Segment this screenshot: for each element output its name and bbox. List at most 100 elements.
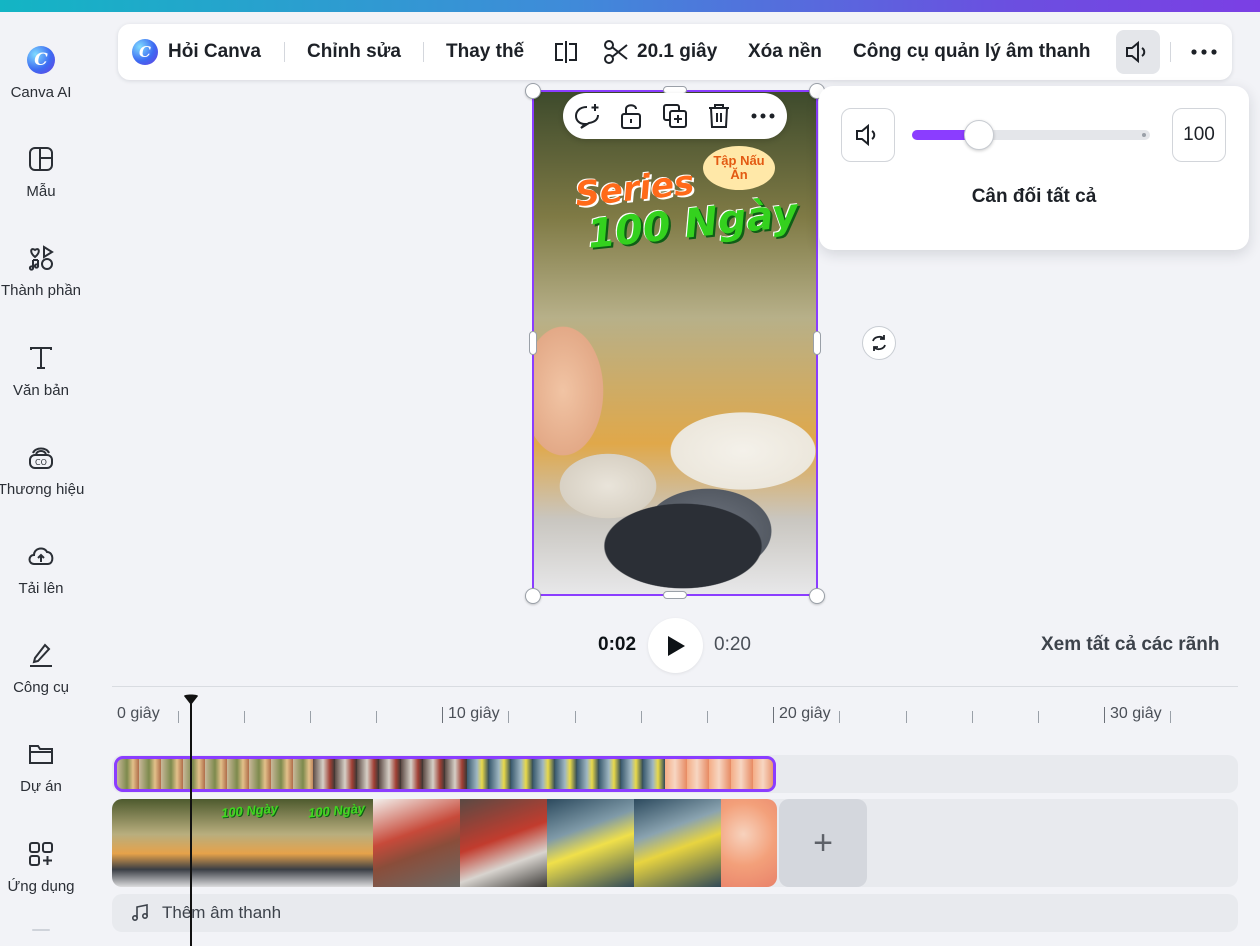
resize-handle-bottom-left[interactable] [525, 588, 541, 604]
volume-icon [1124, 39, 1152, 65]
comment-button[interactable] [573, 102, 601, 130]
flip-icon [552, 39, 580, 65]
ruler-tick [508, 711, 509, 723]
floating-element-toolbar [563, 93, 787, 139]
video-clip-5[interactable] [460, 799, 547, 887]
ask-canva-button[interactable]: C Hỏi Canva [132, 24, 261, 80]
ruler-tick [773, 707, 774, 723]
mute-toggle-button[interactable] [841, 108, 895, 162]
clip-mini-title: 100 Ngày [307, 800, 366, 821]
sidebar-item-label: Mẫu [26, 183, 56, 200]
balance-all-button[interactable]: Cân đối tất cả [819, 186, 1249, 216]
rotate-button[interactable] [862, 326, 896, 360]
video-clip-1[interactable] [112, 799, 199, 887]
ruler-tick [906, 711, 907, 723]
sidebar-item-brand[interactable]: CO Thương hiệu [0, 429, 84, 509]
current-time: 0:02 [598, 634, 637, 655]
ruler-tick [1104, 707, 1105, 723]
playhead-handle[interactable] [183, 693, 199, 705]
sidebar-item-projects[interactable]: Dự án [0, 726, 82, 806]
element-more-button[interactable] [749, 102, 777, 130]
resize-handle-bottom[interactable] [663, 591, 687, 599]
resize-handle-bottom-right[interactable] [809, 588, 825, 604]
ruler-tick [178, 711, 179, 723]
remove-background-button[interactable]: Xóa nền [748, 24, 822, 80]
video-clip-2[interactable]: 100 Ngày [199, 799, 286, 887]
sidebar-item-elements[interactable]: Thành phần [0, 230, 82, 310]
replace-button[interactable]: Thay thế [446, 24, 524, 80]
ruler-label: 10 giây [448, 705, 500, 722]
edit-button[interactable]: Chỉnh sửa [307, 24, 401, 80]
sidebar-item-tools[interactable]: Công cụ [0, 627, 82, 707]
playhead-line[interactable] [190, 703, 192, 946]
resize-handle-left[interactable] [529, 331, 537, 355]
template-icon [25, 143, 57, 175]
video-clip-8[interactable] [721, 799, 777, 887]
apps-icon [25, 838, 57, 870]
play-button[interactable] [648, 618, 703, 673]
canva-ai-icon: C [25, 44, 57, 76]
volume-value-input[interactable]: 100 [1172, 108, 1226, 162]
volume-slider-end-dot [1142, 133, 1146, 137]
sidebar-divider [32, 929, 50, 931]
ruler-label: 30 giây [1110, 705, 1162, 722]
delete-button[interactable] [705, 102, 733, 130]
sidebar-item-templates[interactable]: Mẫu [0, 131, 82, 211]
ruler-tick [575, 711, 576, 723]
canva-logo-icon: C [132, 39, 158, 65]
ruler-tick [310, 711, 311, 723]
add-audio-track[interactable]: Thêm âm thanh [112, 894, 1238, 932]
sidebar-item-label: Ứng dụng [7, 878, 75, 895]
scissors-icon [603, 39, 629, 65]
volume-slider-thumb[interactable] [964, 120, 994, 150]
sidebar-item-label: Canva AI [10, 84, 72, 101]
sidebar-item-label: Văn bản [13, 382, 69, 399]
volume-slider[interactable] [912, 120, 1150, 150]
remove-bg-label: Xóa nền [748, 41, 822, 62]
selected-overlay-clip[interactable] [114, 756, 776, 792]
video-clip-7[interactable] [634, 799, 721, 887]
more-options-button[interactable] [1190, 24, 1218, 80]
video-preview[interactable]: Tập Nấu Ăn Series 100 Ngày [533, 91, 817, 595]
audio-manager-button[interactable]: Công cụ quản lý âm thanh [853, 24, 1091, 80]
resize-handle-top-left[interactable] [525, 83, 541, 99]
add-audio-label: Thêm âm thanh [162, 903, 282, 922]
more-dots-icon [1190, 48, 1218, 56]
video-clip-3[interactable]: 100 Ngày [286, 799, 373, 887]
total-time: 0:20 [714, 634, 751, 655]
sidebar-item-label: Dự án [20, 778, 62, 795]
flip-button[interactable] [552, 24, 580, 80]
duplicate-button[interactable] [661, 102, 689, 130]
edit-label: Chỉnh sửa [307, 41, 401, 62]
replace-label: Thay thế [446, 41, 525, 62]
more-dots-icon [750, 112, 776, 120]
ask-canva-label: Hỏi Canva [168, 41, 261, 62]
sidebar-item-label: Thành phần [0, 282, 82, 299]
sidebar-item-canva-ai[interactable]: C Canva AI [0, 32, 82, 112]
ruler-tick [972, 711, 973, 723]
volume-button[interactable] [1116, 30, 1160, 74]
resize-handle-right[interactable] [813, 331, 821, 355]
sidebar-item-label: Công cụ [13, 679, 69, 696]
sidebar-item-apps[interactable]: Ứng dụng [0, 826, 82, 906]
video-clip-6[interactable] [547, 799, 634, 887]
tools-icon [25, 639, 57, 671]
duplicate-icon [661, 102, 689, 130]
ruler-tick [839, 711, 840, 723]
toolbar-divider [1170, 42, 1171, 62]
volume-icon [854, 122, 882, 148]
duration-label: 20.1 giây [637, 41, 718, 62]
rotate-icon [869, 333, 889, 353]
add-clip-button[interactable]: + [779, 799, 867, 887]
ruler-tick [641, 711, 642, 723]
sidebar-item-upload[interactable]: Tải lên [0, 528, 82, 608]
elements-icon [25, 242, 57, 274]
trim-button[interactable]: 20.1 giây [603, 24, 717, 80]
ruler-label: 0 giây [117, 705, 160, 722]
clip-thumbnail-strip [467, 759, 665, 789]
sidebar-item-text[interactable]: Văn bản [0, 330, 82, 410]
lock-button[interactable] [617, 102, 645, 130]
play-icon [666, 635, 686, 657]
see-all-tracks-button[interactable]: Xem tất cả các rãnh [1041, 634, 1219, 656]
video-clip-4[interactable] [373, 799, 460, 887]
